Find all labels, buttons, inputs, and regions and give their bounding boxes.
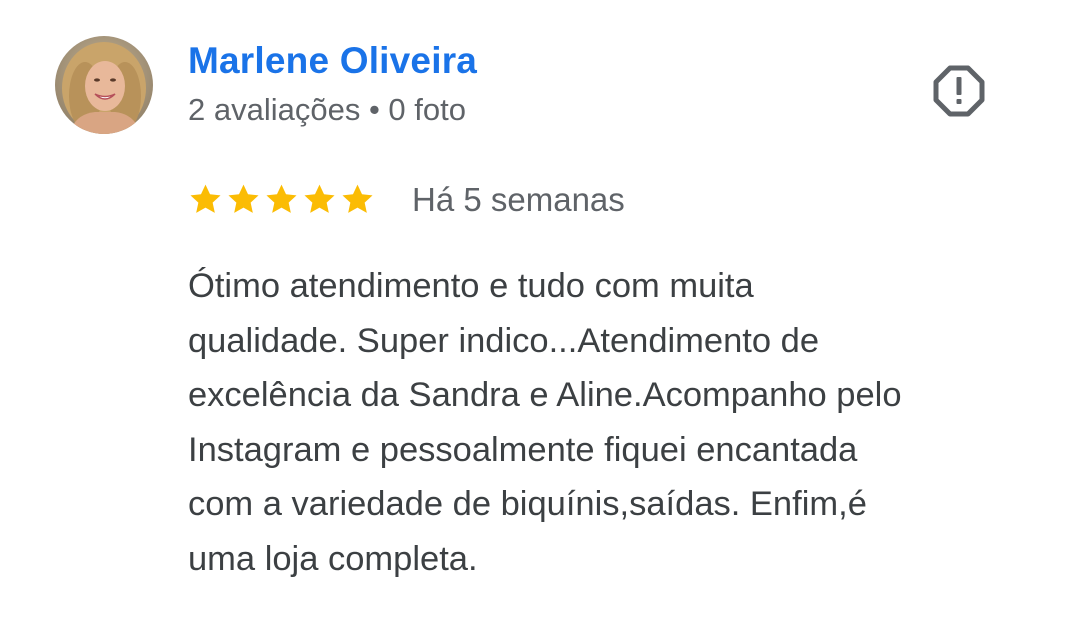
star-icon bbox=[304, 184, 335, 213]
avatar[interactable] bbox=[55, 36, 153, 134]
report-octagon-icon[interactable] bbox=[932, 64, 986, 118]
reviewer-meta: 2 avaliações • 0 foto bbox=[188, 92, 466, 127]
avatar-photo bbox=[55, 36, 153, 134]
review-date: Há 5 semanas bbox=[412, 181, 625, 218]
star-icon bbox=[266, 184, 297, 213]
review-text: Ótimo atendimento e tudo com muita quali… bbox=[188, 267, 902, 578]
star-icon bbox=[342, 184, 373, 213]
star-icon bbox=[228, 184, 259, 213]
star-rating bbox=[188, 182, 375, 217]
star-icon bbox=[190, 184, 221, 213]
reviewer-name[interactable]: Marlene Oliveira bbox=[188, 40, 477, 82]
